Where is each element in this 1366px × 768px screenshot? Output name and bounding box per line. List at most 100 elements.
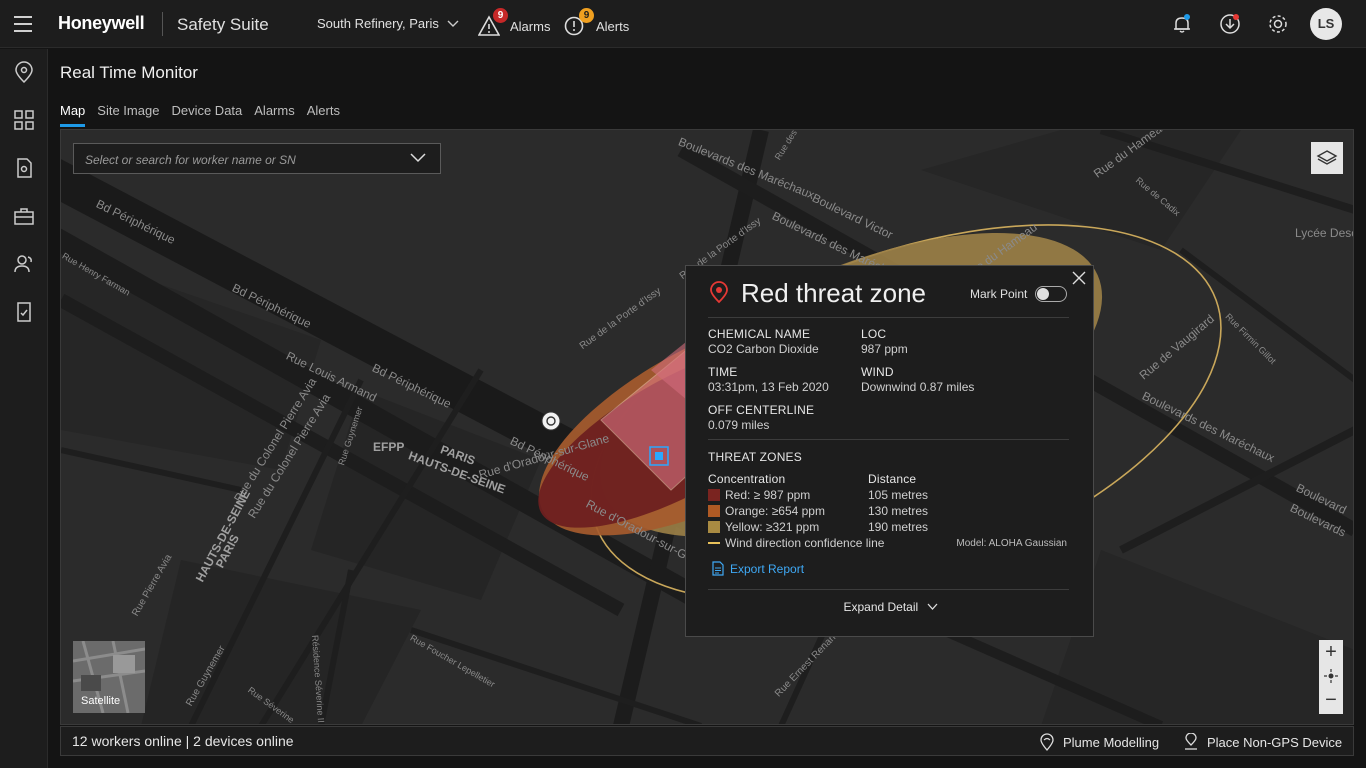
online-status: 12 workers online | 2 devices online xyxy=(72,733,294,749)
threat-zone-row-orange: Orange: ≥654 ppm xyxy=(708,504,825,518)
alerts-button[interactable]: 9 Alerts xyxy=(564,8,630,38)
yellow-zone-label: Yellow: ≥321 ppm xyxy=(725,520,820,534)
tab-bar: Map Site Image Device Data Alarms Alerts xyxy=(60,103,340,127)
orange-zone-label: Orange: ≥654 ppm xyxy=(725,504,825,518)
menu-icon[interactable] xyxy=(14,16,32,32)
wind-value: Downwind 0.87 miles xyxy=(861,380,975,394)
mark-point-control: Mark Point xyxy=(970,286,1068,302)
close-icon[interactable] xyxy=(1071,270,1087,286)
confidence-line-row: Wind direction confidence line xyxy=(708,536,884,550)
brand-divider xyxy=(162,12,163,36)
chevron-down-icon xyxy=(410,153,426,163)
device-pin-icon xyxy=(1185,733,1197,750)
layers-icon xyxy=(1316,150,1338,165)
alarms-label: Alarms xyxy=(510,19,551,34)
confidence-line-swatch xyxy=(708,542,720,544)
worker-search-placeholder: Select or search for worker name or SN xyxy=(85,153,296,167)
loc-label: LOC xyxy=(861,327,887,341)
gear-icon[interactable] xyxy=(1266,12,1290,36)
threat-zone-popup: Red threat zone Mark Point CHEMICAL NAME… xyxy=(685,265,1094,637)
expand-detail-button[interactable]: Expand Detail xyxy=(686,600,1095,614)
export-report-link[interactable]: Export Report xyxy=(712,561,804,576)
model-label: Model: ALOHA Gaussian xyxy=(956,538,1067,549)
alerts-count-badge: 9 xyxy=(579,8,594,23)
divider xyxy=(708,589,1069,590)
distance-header: Distance xyxy=(868,472,917,486)
place-device-label: Place Non-GPS Device xyxy=(1207,734,1343,750)
user-avatar[interactable]: LS xyxy=(1310,8,1342,40)
chemical-name-value: CO2 Carbon Dioxide xyxy=(708,342,819,356)
tab-alarms[interactable]: Alarms xyxy=(254,103,294,127)
plume-pin-icon xyxy=(1040,733,1054,751)
checklist-icon[interactable] xyxy=(12,300,36,324)
top-bar: Honeywell Safety Suite South Refinery, P… xyxy=(0,0,1366,48)
chemical-name-label: CHEMICAL NAME xyxy=(708,327,811,341)
toolbox-icon[interactable] xyxy=(12,204,36,228)
divider xyxy=(708,317,1069,318)
layers-button[interactable] xyxy=(1311,142,1343,174)
mark-point-label: Mark Point xyxy=(970,287,1028,301)
expand-detail-label: Expand Detail xyxy=(843,600,919,614)
tab-device-data[interactable]: Device Data xyxy=(171,103,242,127)
threat-zones-title: THREAT ZONES xyxy=(708,450,802,464)
tab-site-image[interactable]: Site Image xyxy=(97,103,159,127)
recenter-button[interactable] xyxy=(1319,664,1343,688)
off-centerline-value: 0.079 miles xyxy=(708,418,770,432)
crosshair-icon xyxy=(1324,669,1338,683)
orange-zone-distance: 130 metres xyxy=(868,504,929,518)
tab-map[interactable]: Map xyxy=(60,103,86,127)
street-label: Lycée Descartes xyxy=(1295,226,1353,240)
yellow-zone-distance: 190 metres xyxy=(868,520,929,534)
suite-name: Safety Suite xyxy=(177,15,269,34)
notification-bell-icon[interactable] xyxy=(1170,12,1194,36)
dashboard-grid-icon[interactable] xyxy=(12,108,36,132)
satellite-label: Satellite xyxy=(81,695,121,707)
mark-point-toggle[interactable] xyxy=(1035,286,1068,302)
divider xyxy=(708,439,1069,440)
satellite-toggle[interactable]: Satellite xyxy=(73,641,145,713)
loc-value: 987 ppm xyxy=(861,342,908,356)
chevron-down-icon xyxy=(927,603,938,610)
report-doc-icon[interactable] xyxy=(12,156,36,180)
sidebar xyxy=(0,49,48,768)
time-value: 03:31pm, 13 Feb 2020 xyxy=(708,380,829,394)
location-pin-icon[interactable] xyxy=(12,61,36,85)
threat-zone-row-yellow: Yellow: ≥321 ppm xyxy=(708,520,819,534)
yellow-swatch xyxy=(708,521,720,533)
street-label: EFPP xyxy=(373,440,405,454)
plume-modelling-button[interactable]: Plume Modelling xyxy=(1039,733,1159,751)
plume-origin-marker[interactable] xyxy=(541,411,561,431)
concentration-header: Concentration xyxy=(708,472,786,486)
download-icon[interactable] xyxy=(1218,12,1242,36)
export-report-label: Export Report xyxy=(730,561,805,576)
wind-label: WIND xyxy=(861,365,894,379)
red-zone-distance: 105 metres xyxy=(868,488,929,502)
time-label: TIME xyxy=(708,365,738,379)
zoom-in-button[interactable]: + xyxy=(1319,640,1343,664)
worker-search-select[interactable]: Select or search for worker name or SN xyxy=(73,143,441,174)
popup-title: Red threat zone xyxy=(741,278,927,308)
threat-zone-icon xyxy=(710,281,728,304)
orange-swatch xyxy=(708,505,720,517)
site-selector-label: South Refinery, Paris xyxy=(317,16,439,31)
site-selector[interactable]: South Refinery, Paris xyxy=(317,16,459,31)
alarms-count-badge: 9 xyxy=(493,8,508,23)
document-icon xyxy=(712,561,724,576)
zoom-control: + − xyxy=(1319,640,1343,714)
alerts-label: Alerts xyxy=(596,19,630,34)
plume-modelling-label: Plume Modelling xyxy=(1063,734,1160,750)
place-device-button[interactable]: Place Non-GPS Device xyxy=(1183,733,1342,751)
brand-logo: Honeywell xyxy=(58,13,145,33)
threat-zone-row-red: Red: ≥ 987 ppm xyxy=(708,488,810,502)
off-centerline-label: OFF CENTERLINE xyxy=(708,403,815,417)
red-zone-label: Red: ≥ 987 ppm xyxy=(725,488,811,502)
zoom-out-button[interactable]: − xyxy=(1319,688,1343,712)
status-footer: 12 workers online | 2 devices online Plu… xyxy=(60,726,1354,756)
tab-alerts[interactable]: Alerts xyxy=(307,103,340,127)
users-icon[interactable] xyxy=(12,252,36,276)
confidence-line-label: Wind direction confidence line xyxy=(725,536,885,550)
red-swatch xyxy=(708,489,720,501)
chevron-down-icon xyxy=(447,20,459,27)
alarms-button[interactable]: 9 Alarms xyxy=(478,8,551,38)
page-title: Real Time Monitor xyxy=(60,63,198,82)
